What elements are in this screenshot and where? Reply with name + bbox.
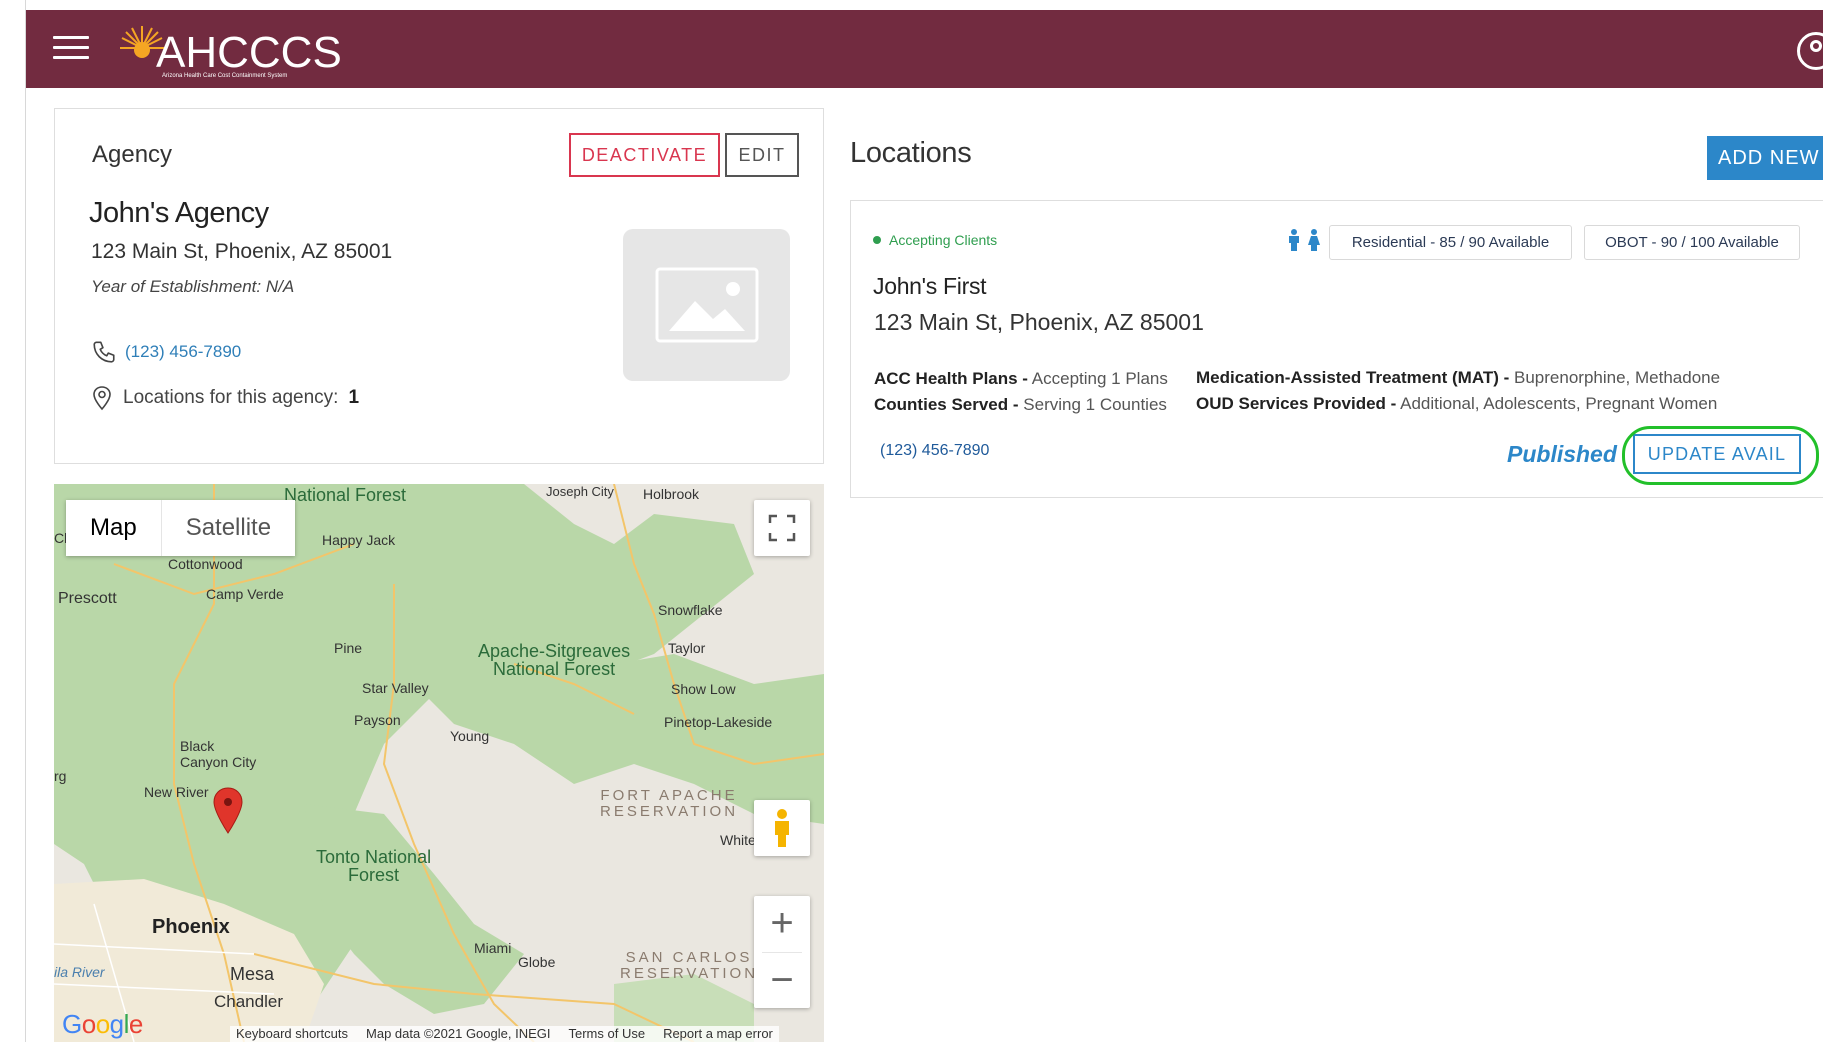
- street-view-button[interactable]: [754, 800, 810, 856]
- agency-establishment-year: Year of Establishment: N/A: [91, 277, 295, 296]
- agency-name: John's Agency: [89, 197, 269, 229]
- map-label: rg: [54, 768, 67, 784]
- map-label: Holbrook: [643, 486, 700, 502]
- map-label: Apache-Sitgreaves National Forest: [478, 641, 631, 679]
- map-label: Phoenix: [152, 916, 230, 938]
- oud-value: Additional, Adolescents, Pregnant Women: [1400, 394, 1718, 413]
- location-name: John's First: [873, 273, 987, 299]
- location-info-left: ACC Health Plans - Accepting 1 Plans Cou…: [874, 366, 1168, 418]
- agency-phone-link[interactable]: (123) 456-7890: [125, 342, 241, 362]
- agency-phone-row: (123) 456-7890: [91, 339, 241, 365]
- zoom-in-button[interactable]: +: [754, 896, 810, 952]
- counties-label: Counties Served -: [874, 395, 1019, 414]
- agency-locations-count: 1: [348, 387, 360, 408]
- terms-of-use-link[interactable]: Terms of Use: [568, 1026, 645, 1042]
- map-label: Globe: [518, 954, 556, 970]
- keyboard-shortcuts-link[interactable]: Keyboard shortcuts: [236, 1026, 348, 1042]
- female-icon: [1308, 229, 1320, 251]
- zoom-controls: + −: [754, 896, 810, 1008]
- status-dot-icon: [873, 236, 881, 244]
- oud-label: OUD Services Provided -: [1196, 394, 1397, 413]
- ahcccs-logo[interactable]: AHCCCS Arizona Health Care Cost Containm…: [118, 20, 342, 84]
- agency-card: Agency DEACTIVATE EDIT John's Agency 123…: [54, 108, 824, 464]
- agency-image-placeholder[interactable]: [623, 229, 790, 381]
- map-label: Miami: [474, 940, 512, 956]
- left-edge: [0, 0, 26, 1042]
- map-label: Pine: [334, 640, 363, 656]
- google-map[interactable]: National Forest Joseph City Holbrook Hap…: [54, 484, 824, 1042]
- map-label: FORT APACHE RESERVATION: [600, 787, 739, 820]
- map-label: New River: [144, 784, 209, 800]
- map-data-text: Map data ©2021 Google, INEGI: [366, 1026, 551, 1041]
- map-label: ila River: [54, 964, 105, 980]
- map-label: Payson: [354, 712, 401, 728]
- add-new-location-button[interactable]: ADD NEW: [1707, 136, 1823, 180]
- map-label: Pinetop-Lakeside: [664, 714, 773, 730]
- fullscreen-button[interactable]: [754, 500, 810, 556]
- mat-label: Medication-Assisted Treatment (MAT) -: [1196, 368, 1510, 387]
- report-map-error-link[interactable]: Report a map error: [663, 1026, 773, 1042]
- obot-availability-badge: OBOT - 90 / 100 Available: [1584, 225, 1800, 260]
- image-icon: [655, 267, 758, 343]
- agency-locations-row: Locations for this agency: 1: [91, 385, 359, 411]
- map-label: SAN CARLOS RESERVATION: [620, 949, 759, 982]
- location-status: Accepting Clients: [873, 232, 997, 248]
- google-logo: Google: [62, 1009, 143, 1039]
- map-label: Taylor: [668, 640, 706, 656]
- map-pin-icon: [93, 386, 111, 411]
- acc-value: Accepting 1 Plans: [1031, 369, 1168, 388]
- map-label: Young: [450, 728, 490, 744]
- agency-address: 123 Main St, Phoenix, AZ 85001: [91, 240, 393, 263]
- agency-section-label: Agency: [92, 141, 173, 168]
- map-type-toggle: Map Satellite: [66, 500, 296, 556]
- deactivate-button[interactable]: DEACTIVATE: [569, 133, 720, 177]
- map-label: Camp Verde: [206, 586, 284, 602]
- male-icon: [1289, 229, 1299, 251]
- map-type-map-tab[interactable]: Map: [66, 500, 162, 556]
- gender-icons: [1287, 229, 1321, 251]
- map-label: Joseph City: [546, 484, 614, 499]
- location-info-right: Medication-Assisted Treatment (MAT) - Bu…: [1196, 365, 1720, 417]
- map-label: Show Low: [671, 681, 736, 697]
- status-text: Accepting Clients: [889, 232, 998, 248]
- map-label: Snowflake: [658, 602, 723, 618]
- location-phone-link[interactable]: (123) 456-7890: [880, 442, 989, 460]
- logo-subtitle: Arizona Health Care Cost Containment Sys…: [162, 73, 288, 79]
- hamburger-menu-icon[interactable]: [53, 36, 89, 62]
- map-label: National Forest: [284, 485, 407, 505]
- map-label: Cottonwood: [168, 556, 243, 572]
- highlight-annotation-ring: [1622, 426, 1819, 485]
- map-label: Prescott: [58, 590, 117, 607]
- map-label: Black Canyon City: [180, 738, 257, 770]
- top-navigation-bar: AHCCCS Arizona Health Care Cost Containm…: [26, 10, 1823, 88]
- phone-icon: [93, 341, 115, 363]
- zoom-out-button[interactable]: −: [754, 952, 810, 1008]
- published-status: Published: [1507, 441, 1617, 467]
- mat-value: Buprenorphine, Methadone: [1514, 368, 1721, 387]
- map-label: Star Valley: [362, 680, 429, 696]
- logo-text: AHCCCS: [156, 28, 342, 77]
- agency-locations-label: Locations for this agency:: [123, 387, 339, 408]
- locations-heading: Locations: [850, 137, 972, 169]
- acc-label: ACC Health Plans -: [874, 369, 1028, 388]
- map-label: Mesa: [230, 964, 275, 984]
- edit-button[interactable]: EDIT: [725, 133, 799, 177]
- pegman-icon: [775, 809, 789, 847]
- location-address: 123 Main St, Phoenix, AZ 85001: [874, 309, 1204, 335]
- fullscreen-icon: [768, 514, 796, 542]
- page: AHCCCS Arizona Health Care Cost Containm…: [0, 0, 1823, 1042]
- counties-value: Serving 1 Counties: [1023, 395, 1167, 414]
- residential-availability-badge: Residential - 85 / 90 Available: [1329, 225, 1572, 260]
- map-label: Happy Jack: [322, 532, 396, 548]
- map-type-satellite-tab[interactable]: Satellite: [162, 500, 295, 556]
- map-label: Chandler: [214, 992, 283, 1011]
- map-label: Tonto National Forest: [316, 847, 432, 885]
- map-attribution: Keyboard shortcuts Map data ©2021 Google…: [230, 1026, 779, 1042]
- user-account-icon[interactable]: [1797, 32, 1823, 70]
